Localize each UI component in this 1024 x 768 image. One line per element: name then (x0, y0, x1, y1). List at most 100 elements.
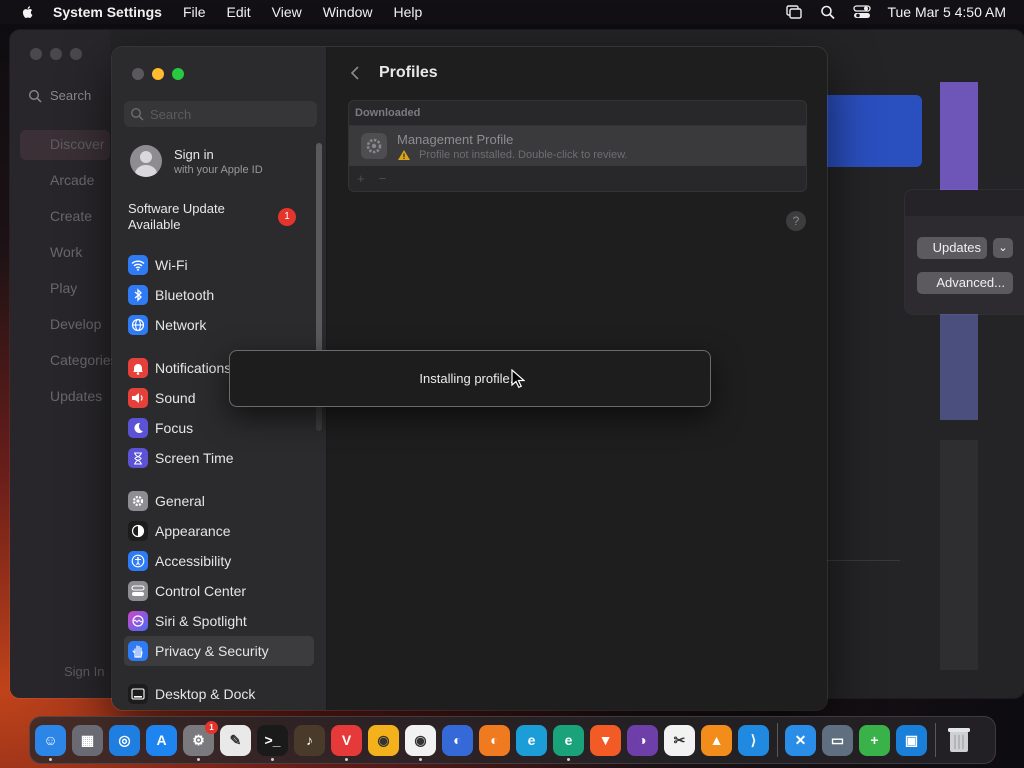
search-input[interactable] (150, 106, 300, 122)
account-name: Sign in (174, 146, 214, 162)
menu-window[interactable]: Window (323, 4, 373, 20)
dock-glyph: e (564, 732, 573, 748)
dock-capcut-icon[interactable]: ✂ (664, 724, 695, 756)
dock-glyph: V (341, 732, 352, 748)
dock-garageband-icon[interactable]: ♪ (294, 724, 325, 756)
profile-row[interactable]: Management Profile Profile not installed… (349, 126, 806, 166)
app-store-sidebar: Search Discover Arcade Create Work Play … (10, 30, 118, 698)
sidebar-item-bluetooth[interactable]: Bluetooth (124, 280, 314, 310)
sidebar-item-screen-time[interactable]: Screen Time (124, 443, 314, 473)
remove-profile-button[interactable]: − (379, 171, 387, 186)
app-store-search[interactable]: Search (28, 88, 91, 103)
sidebar-item-desktop-dock[interactable]: Desktop & Dock (124, 679, 314, 709)
control-center-icon[interactable] (853, 4, 872, 20)
dock-launchpad-icon[interactable]: ▦ (72, 724, 103, 756)
menu-edit[interactable]: Edit (227, 4, 251, 20)
dock-system-settings-icon[interactable]: ⚙ 1 (183, 720, 218, 761)
app-store-nav-arcade[interactable]: Arcade (50, 172, 118, 208)
sidebar-item-control-center[interactable]: Control Center (124, 576, 314, 606)
dock-glyph: ◎ (118, 731, 131, 748)
dock-chromium-icon[interactable]: ◉ (368, 724, 399, 756)
zoom-button[interactable] (172, 68, 184, 80)
settings-search[interactable] (124, 101, 317, 127)
menu-app-name[interactable]: System Settings (53, 4, 162, 20)
chevron-left-icon[interactable] (348, 65, 364, 81)
globe-icon (128, 315, 148, 335)
software-update-row[interactable]: Software Update Available 1 (128, 201, 298, 233)
menu-view[interactable]: View (272, 4, 302, 20)
minimize-button[interactable] (152, 68, 164, 80)
chevron-down-icon[interactable]: ⌄ (993, 238, 1013, 258)
menu-file[interactable]: File (183, 4, 206, 20)
app-store-nav-develop[interactable]: Develop (50, 316, 118, 352)
sidebar-item-label: Network (155, 317, 207, 333)
app-store-card-dark[interactable] (940, 440, 978, 670)
dock-remote-desktop-icon[interactable]: ▣ (896, 724, 927, 756)
add-profile-button[interactable]: + (357, 171, 365, 186)
zoom-dot[interactable] (70, 48, 82, 60)
scrollbar-thumb[interactable] (316, 143, 322, 383)
dock-safari-icon[interactable]: ◎ (109, 724, 140, 756)
apple-menu-icon[interactable] (18, 4, 38, 20)
dock-textedit-icon[interactable]: ✎ (220, 724, 251, 756)
control-center-icon (128, 581, 148, 601)
nav-group-desktop: Desktop & Dock (124, 679, 314, 709)
dock-tor-icon[interactable]: ◑ (627, 724, 658, 756)
app-store-nav-categories[interactable]: Categories (50, 352, 118, 388)
app-store-nav-play[interactable]: Play (50, 280, 118, 316)
app-store-nav-discover[interactable]: Discover (50, 136, 118, 172)
content-toolbar: Profiles (328, 47, 827, 99)
sidebar-item-appearance[interactable]: Appearance (124, 516, 314, 546)
app-store-card-slate[interactable] (940, 310, 978, 420)
dock-chrome-icon[interactable]: ◉ (405, 724, 436, 761)
menubar-clock[interactable]: Tue Mar 5 4:50 AM (887, 4, 1006, 20)
app-store-nav-work[interactable]: Work (50, 244, 118, 280)
sidebar-item-label: Sound (155, 390, 196, 406)
speaker-icon (128, 388, 148, 408)
dock-edge-canary-icon[interactable]: e (553, 724, 584, 761)
dock-vscode-icon[interactable]: ⟩ (738, 724, 769, 756)
sidebar-item-focus[interactable]: Focus (124, 413, 314, 443)
sidebar-item-privacy-security[interactable]: Privacy & Security (124, 636, 314, 666)
app-store-card-purple[interactable] (940, 82, 978, 190)
running-indicator (49, 757, 52, 761)
dock-trash-icon[interactable] (943, 725, 974, 756)
dock-firefox-icon[interactable]: ◐ (479, 724, 510, 756)
dock-terminal-icon[interactable]: >_ (257, 724, 288, 761)
app-store-nav-updates[interactable]: Updates (50, 388, 118, 424)
advanced-button[interactable]: Advanced... (917, 272, 1013, 294)
dock-glyph: ✕ (794, 731, 807, 748)
dock-vlc-icon[interactable]: ▲ (701, 724, 732, 756)
dock-brave-icon[interactable]: ▼ (590, 724, 621, 756)
dock-app-store-icon[interactable]: A (146, 724, 177, 756)
dock-plus-app-icon[interactable]: + (859, 724, 890, 756)
dock-edge-icon[interactable]: e (516, 724, 547, 756)
app-store-sign-in[interactable]: Sign In (64, 664, 104, 679)
spotlight-search-icon[interactable] (819, 4, 837, 20)
app-store-featured-card[interactable] (815, 95, 922, 167)
app-store-nav-create[interactable]: Create (50, 208, 118, 244)
screen-mirroring-icon[interactable] (785, 4, 803, 20)
installing-profile-dialog: Installing profile... (229, 350, 711, 407)
close-dot[interactable] (30, 48, 42, 60)
sidebar-item-label: Privacy & Security (155, 643, 269, 659)
sidebar-item-network[interactable]: Network (124, 310, 314, 340)
menu-help[interactable]: Help (394, 4, 423, 20)
sidebar-item-siri-spotlight[interactable]: Siri & Spotlight (124, 606, 314, 636)
sidebar-item-label: Bluetooth (155, 287, 215, 303)
help-button[interactable]: ? (786, 211, 806, 231)
close-button[interactable] (132, 68, 144, 80)
minimize-dot[interactable] (50, 48, 62, 60)
sidebar-item-accessibility[interactable]: Accessibility (124, 546, 314, 576)
dock-vivaldi-icon[interactable]: V (331, 724, 362, 761)
dock-firefox-dev-icon[interactable]: ◐ (442, 724, 473, 756)
dock-installer-icon[interactable]: ▭ (822, 724, 853, 756)
updates-button[interactable]: Updates (917, 237, 987, 259)
dock-glyph: ▭ (830, 731, 845, 748)
apple-id-row[interactable]: Sign in with your Apple ID (130, 145, 263, 177)
sidebar-item-wifi[interactable]: Wi-Fi (124, 250, 314, 280)
dock-finder-icon[interactable]: ☺ (35, 724, 66, 761)
dock-xcode-tools-icon[interactable]: ✕ (785, 724, 816, 756)
sidebar-item-label: Accessibility (155, 553, 232, 569)
sidebar-item-general[interactable]: General (124, 486, 314, 516)
